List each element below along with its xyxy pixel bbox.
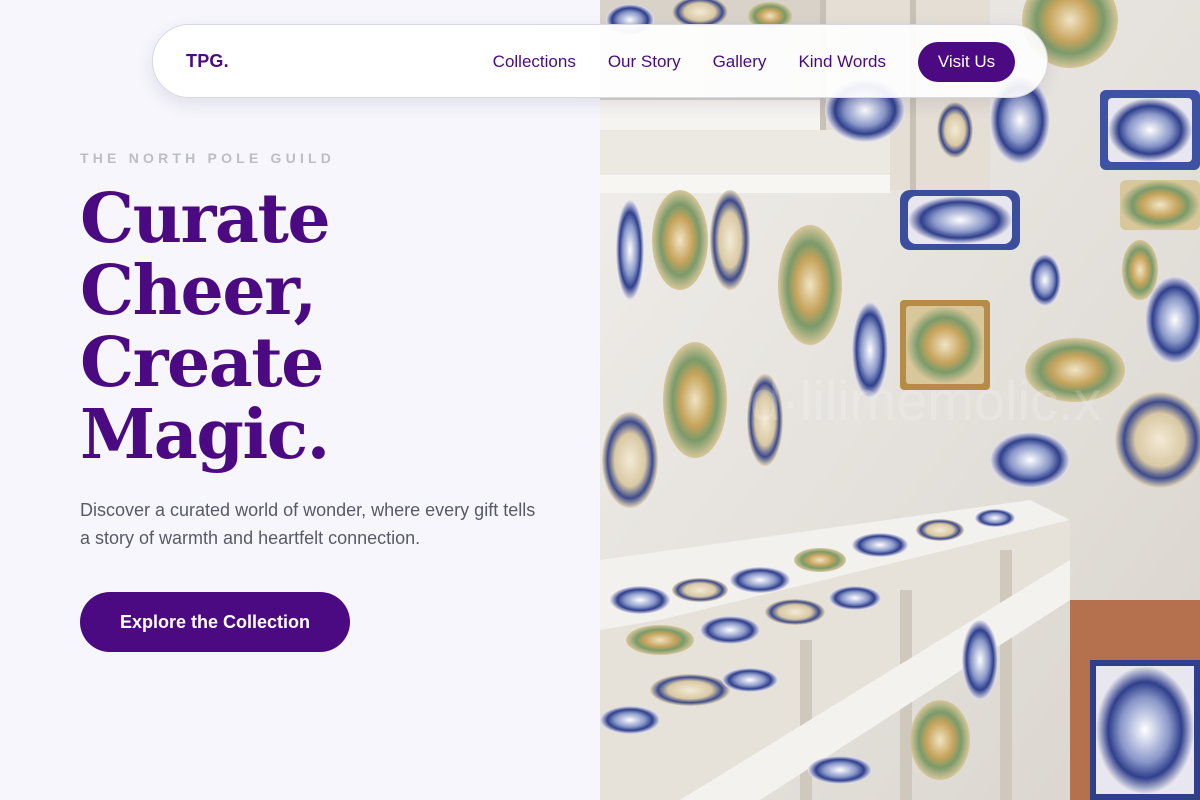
hero-headline: Curate Cheer, Create Magic.: [80, 183, 560, 471]
nav-link-collections[interactable]: Collections: [493, 52, 576, 72]
headline-line: Cheer,: [80, 251, 317, 331]
nav-link-kind-words[interactable]: Kind Words: [798, 52, 886, 72]
hero-subcopy: Discover a curated world of wonder, wher…: [80, 500, 536, 548]
svg-text:d·lilimemolic.x: d·lilimemolic.x: [750, 369, 1102, 432]
top-navbar: TPG. Collections Our Story Gallery Kind …: [152, 24, 1048, 98]
headline-line: Create: [80, 323, 324, 403]
hero-section: THE NORTH POLE GUILD Curate Cheer, Creat…: [0, 0, 600, 800]
brand-logo[interactable]: TPG.: [186, 51, 229, 72]
explore-collection-button[interactable]: Explore the Collection: [80, 592, 350, 652]
nav-link-our-story[interactable]: Our Story: [608, 52, 681, 72]
headline-line: Curate: [80, 179, 331, 259]
hero-eyebrow: THE NORTH POLE GUILD: [80, 150, 336, 166]
visit-us-button[interactable]: Visit Us: [918, 42, 1015, 82]
headline-line: Magic.: [80, 395, 330, 475]
nav-link-gallery[interactable]: Gallery: [713, 52, 767, 72]
ceramics-illustration: d·lilimemolic.x: [600, 0, 1200, 800]
shop-interior-photo: d·lilimemolic.x: [600, 0, 1200, 800]
nav-links: Collections Our Story Gallery Kind Words…: [461, 41, 1015, 83]
